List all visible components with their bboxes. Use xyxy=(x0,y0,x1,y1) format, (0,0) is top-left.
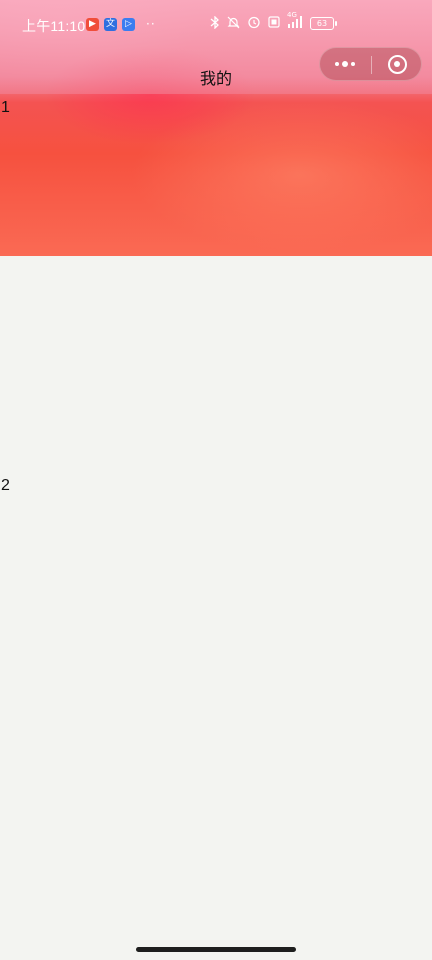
bluetooth-icon xyxy=(210,14,220,32)
more-notifications-icon: ·· xyxy=(146,17,156,31)
signal-icon: 4G xyxy=(287,11,303,31)
hd-icon xyxy=(268,16,280,31)
more-dot-icon xyxy=(342,61,348,67)
more-dot-icon xyxy=(335,62,339,66)
more-dot-icon xyxy=(351,62,355,66)
home-indicator[interactable] xyxy=(136,947,296,952)
video-app-icon: ▶ xyxy=(86,17,99,31)
content-marker-1: 1 xyxy=(1,99,10,116)
page-title: 我的 xyxy=(199,69,232,88)
translate-app-icon: 文 xyxy=(104,17,117,31)
status-time: 上午11:10 xyxy=(22,18,86,34)
hero-banner xyxy=(0,94,432,256)
system-icons: 4G 63 xyxy=(210,11,337,32)
battery-icon: 63 xyxy=(310,17,337,30)
status-bar: 上午11:10 ▶ 文 ▷ ·· 4G 63 xyxy=(0,0,432,52)
notification-icons: ▶ 文 ▷ ·· xyxy=(86,17,156,31)
content-marker-2: 2 xyxy=(1,477,10,494)
play-app-icon: ▷ xyxy=(122,17,135,31)
alarm-icon xyxy=(247,15,261,32)
network-label: 4G xyxy=(287,11,297,19)
bell-icon xyxy=(227,16,240,32)
